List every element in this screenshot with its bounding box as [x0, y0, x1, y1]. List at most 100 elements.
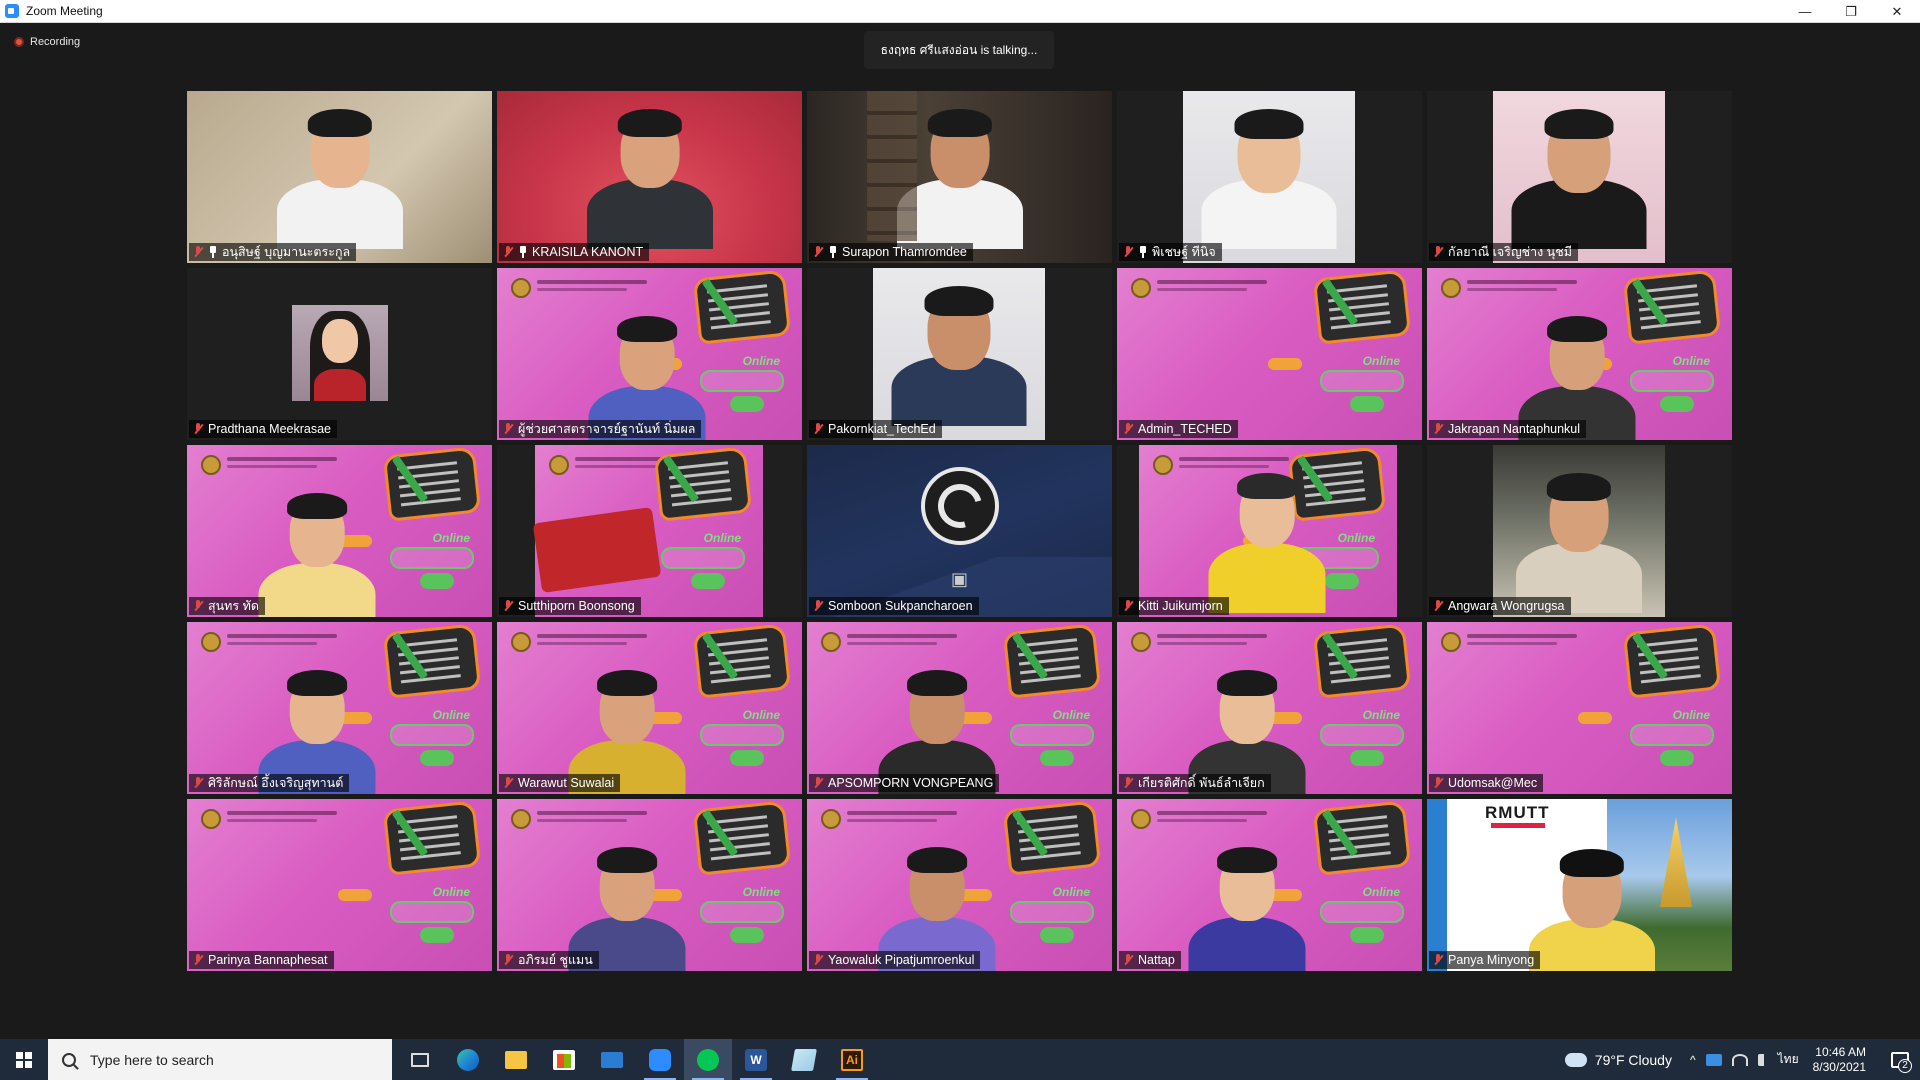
participant-name: Nattap [1138, 953, 1175, 967]
participant-tile[interactable]: Online Udomsak@Mec [1427, 622, 1732, 794]
illustrator-icon: Ai [841, 1048, 863, 1071]
participant-tile[interactable]: Online Kitti Juikumjorn [1117, 445, 1422, 617]
participant-name: พิเชษฐ์ ทีนิจ [1152, 245, 1216, 259]
onedrive-icon[interactable] [1705, 1053, 1722, 1066]
mic-muted-icon [1433, 246, 1443, 258]
online-text: Online [432, 708, 470, 722]
store-button[interactable] [540, 1039, 588, 1080]
participant-tile[interactable]: Pradthana Meekrasae [187, 268, 492, 440]
participant-tile[interactable]: Online Admin_TECHED [1117, 268, 1422, 440]
participant-tile[interactable]: Online เกียรติศักดิ์ พันธ์ลำเจียก [1117, 622, 1422, 794]
participant-tile[interactable]: Pakornkiat_TechEd [807, 268, 1112, 440]
schedule-chips [390, 547, 474, 569]
show-hidden-icons-button[interactable]: ^ [1690, 1053, 1696, 1067]
participant-name: APSOMPORN VONGPEANG [828, 776, 994, 790]
edge-button[interactable] [444, 1039, 492, 1080]
participant-tile[interactable]: Online APSOMPORN VONGPEANG [807, 622, 1112, 794]
schedule-chips [390, 901, 474, 923]
mic-muted-icon [1123, 600, 1133, 612]
task-view-button[interactable] [396, 1039, 444, 1080]
search-icon [62, 1052, 76, 1067]
notes-button[interactable] [780, 1039, 828, 1080]
mail-button[interactable] [588, 1039, 636, 1080]
schedule-chips [1010, 724, 1094, 746]
faculty-logo-icon [201, 809, 221, 829]
mic-muted-icon [193, 246, 203, 258]
clock-date: 8/30/2021 [1812, 1059, 1866, 1074]
windows-taskbar: Type here to search W Ai 79°F Cloudy ^ ไ… [0, 1039, 1920, 1080]
participant-tile[interactable]: Angwara Wongrugsa [1427, 445, 1732, 617]
participant-tile[interactable]: Online Yaowaluk Pipatjumroenkul [807, 799, 1112, 971]
taskbar-search-box[interactable]: Type here to search [48, 1039, 392, 1080]
input-language[interactable]: ไทย [1778, 1050, 1799, 1069]
zoom-taskbar-button[interactable] [636, 1039, 684, 1080]
close-button[interactable]: ✕ [1874, 0, 1920, 23]
participant-name-label: APSOMPORN VONGPEANG [809, 774, 1000, 792]
participant-tile[interactable]: Online Sutthiporn Boonsong [497, 445, 802, 617]
participant-name: กัลยาณี เจริญช่าง นุชมี [1448, 245, 1572, 259]
participant-name: Warawut Suwalai [518, 776, 615, 790]
participant-tile[interactable]: Online ผู้ช่วยศาสตราจารย์ฐานันท์ นิ่มผล [497, 268, 802, 440]
green-badge [420, 573, 454, 589]
file-explorer-button[interactable] [492, 1039, 540, 1080]
line-button[interactable] [684, 1039, 732, 1080]
participant-tile[interactable]: Online Warawut Suwalai [497, 622, 802, 794]
participant-tile[interactable]: Online สุนทร ทัด [187, 445, 492, 617]
participant-video [252, 465, 382, 617]
participant-name: Udomsak@Mec [1448, 776, 1538, 790]
recording-dot-icon [14, 37, 24, 47]
participant-name: Admin_TECHED [1138, 422, 1232, 436]
green-badge [730, 927, 764, 943]
taskbar-clock[interactable]: 10:46 AM 8/30/2021 [1813, 1045, 1866, 1075]
poster-title-bar [1157, 811, 1267, 815]
participant-tile[interactable]: Online Jakrapan Nantaphunkul [1427, 268, 1732, 440]
participant-name: Somboon Sukpancharoen [828, 599, 973, 613]
poster-subtitle-bar [227, 819, 317, 822]
participant-name: อนุสิษฐ์ บุญมานะตระกูล [222, 245, 351, 259]
mic-muted-icon [813, 600, 823, 612]
participant-name-label: กัลยาณี เจริญช่าง นุชมี [1429, 243, 1578, 261]
green-badge [1660, 396, 1694, 412]
recording-indicator[interactable]: Recording [14, 36, 80, 48]
poster-title-bar [1157, 280, 1267, 284]
illustrator-button[interactable]: Ai [828, 1039, 876, 1080]
participant-tile[interactable]: Online Nattap [1117, 799, 1422, 971]
participant-tile[interactable]: Online ศิริลักษณ์ อึ้งเจริญสุทานต์ [187, 622, 492, 794]
pin-icon [828, 246, 838, 258]
participant-tile[interactable]: KRAISILA KANONT [497, 91, 802, 263]
notifications-button[interactable]: 2 [1880, 1039, 1920, 1080]
online-text: Online [1052, 708, 1090, 722]
restore-button[interactable]: ❐ [1828, 0, 1874, 23]
participant-tile[interactable]: กัลยาณี เจริญช่าง นุชมี [1427, 91, 1732, 263]
weather-widget[interactable]: 79°F Cloudy [1595, 1052, 1672, 1068]
faculty-logo-icon [1441, 278, 1461, 298]
participant-tile[interactable]: Surapon Thamromdee [807, 91, 1112, 263]
mic-muted-icon [813, 777, 823, 789]
participant-video [1509, 445, 1649, 617]
system-tray: 79°F Cloudy ^ ไทย 10:46 AM 8/30/2021 2 [1564, 1039, 1920, 1080]
poster-title-bar [847, 634, 957, 638]
faculty-logo-icon [201, 632, 221, 652]
participant-tile[interactable]: ▣ Somboon Sukpancharoen [807, 445, 1112, 617]
window-title: Zoom Meeting [26, 4, 103, 18]
mic-muted-icon [193, 954, 203, 966]
participant-video [884, 268, 1034, 440]
schedule-chips [1320, 901, 1404, 923]
word-button[interactable]: W [732, 1039, 780, 1080]
minimize-button[interactable]: — [1782, 0, 1828, 23]
participant-name: Sutthiporn Boonsong [518, 599, 635, 613]
participant-video [562, 642, 692, 794]
participant-video [1182, 642, 1312, 794]
participant-tile[interactable]: RMUTT Panya Minyong [1427, 799, 1732, 971]
wifi-icon[interactable] [1731, 1053, 1748, 1066]
poster-title-bar [537, 280, 647, 284]
volume-icon[interactable] [1757, 1053, 1768, 1066]
participant-tile[interactable]: Online Parinya Bannaphesat [187, 799, 492, 971]
start-button[interactable] [0, 1039, 48, 1080]
taskbar-apps: W Ai [396, 1039, 876, 1080]
participant-tile[interactable]: พิเชษฐ์ ทีนิจ [1117, 91, 1422, 263]
participant-name-label: Warawut Suwalai [499, 774, 621, 792]
mic-muted-icon [1433, 600, 1443, 612]
participant-tile[interactable]: อนุสิษฐ์ บุญมานะตระกูล [187, 91, 492, 263]
participant-tile[interactable]: Online อภิรมย์ ชูแมน [497, 799, 802, 971]
